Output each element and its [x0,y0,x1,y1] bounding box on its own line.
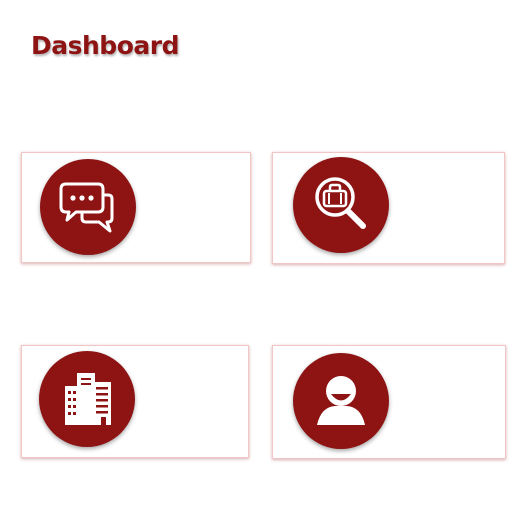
card-icon-circle [293,353,389,449]
card-icon-circle [39,351,135,447]
search-briefcase-icon [315,177,366,229]
page-title: Dashboard [31,31,179,60]
dashboard-page: Dashboard [0,0,520,520]
card-icon-circle [40,159,136,255]
user-avatar-icon [317,376,365,425]
dashboard-card-job-search[interactable] [272,152,505,264]
dashboard-card-company[interactable] [21,345,249,458]
chat-bubbles-icon [59,182,114,233]
card-icon-circle [293,157,389,253]
dashboard-card-profile[interactable] [272,345,506,459]
office-building-icon [65,373,111,425]
dashboard-card-messages[interactable] [21,152,251,263]
